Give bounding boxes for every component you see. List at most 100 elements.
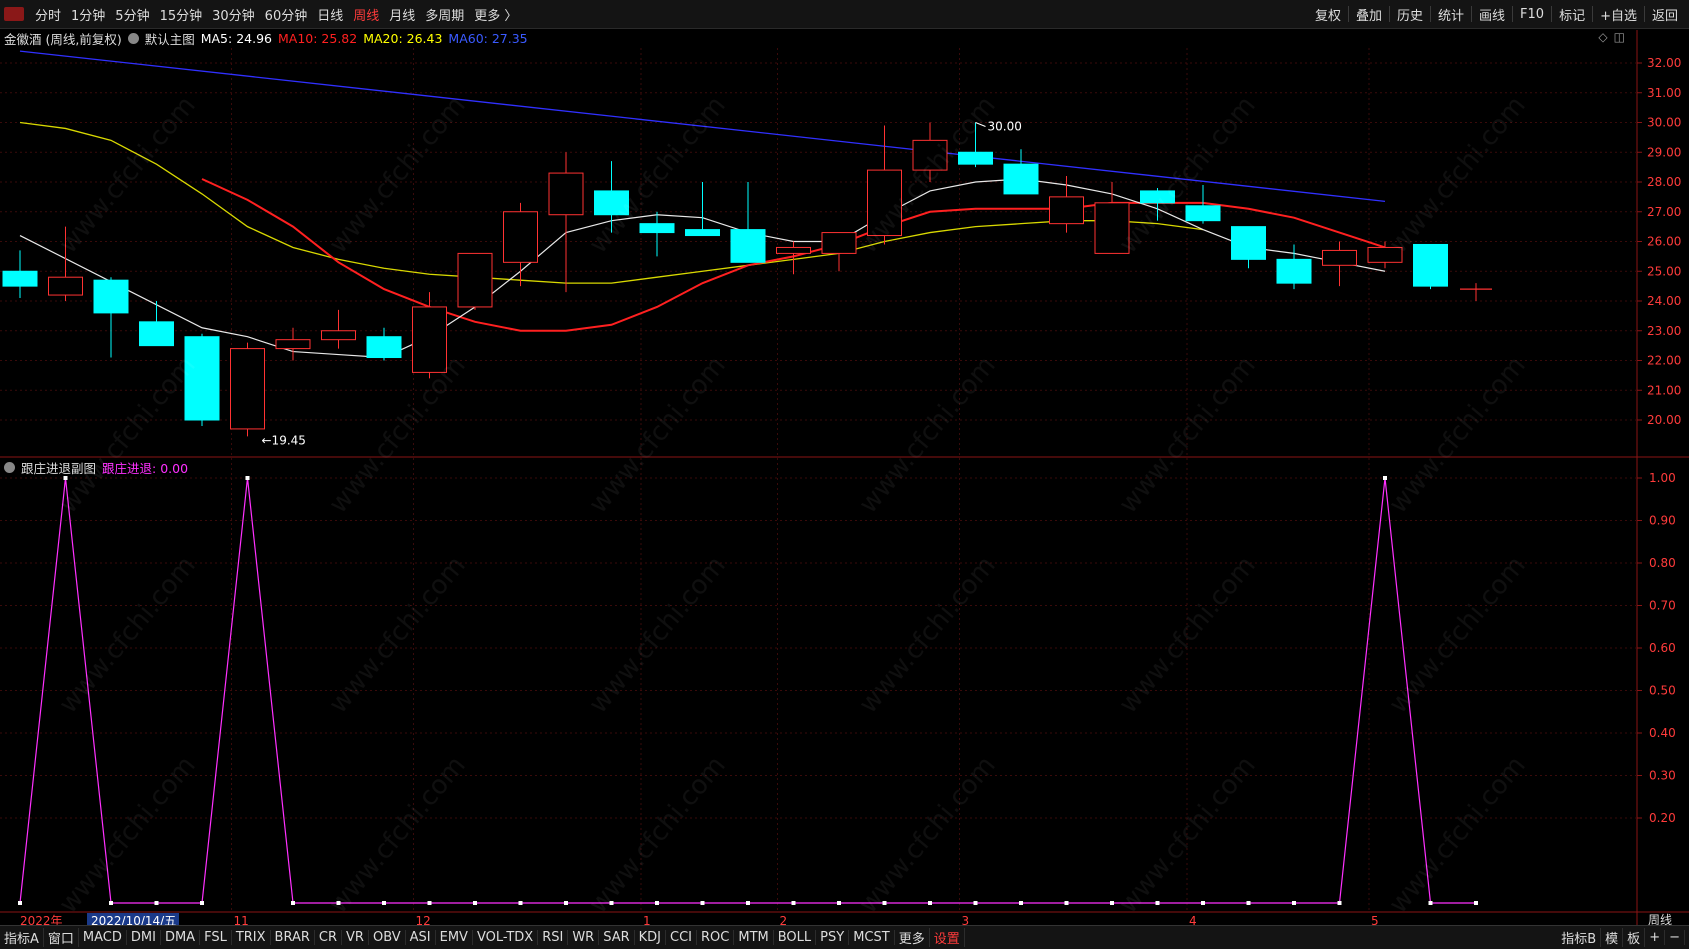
indicator-tab[interactable]: WR — [568, 930, 600, 945]
indicator-point — [655, 901, 659, 905]
candle-body — [412, 306, 447, 373]
indicator-tab[interactable]: ROC — [697, 930, 735, 945]
indicator-tab[interactable]: SAR — [599, 930, 635, 945]
indicator-point — [473, 901, 477, 905]
candle-body — [730, 229, 766, 263]
indicator-point — [791, 901, 796, 905]
candle-body — [685, 229, 720, 237]
candle-body — [548, 172, 584, 216]
indicator-point — [700, 901, 705, 905]
indicator-tab[interactable]: MCST — [849, 930, 895, 945]
indicator-tab[interactable]: 窗口 — [44, 928, 79, 947]
indicator-tab[interactable]: ASI — [406, 930, 436, 945]
indicator-tick-label: 0.80 — [1649, 556, 1676, 570]
period-axis-label: 周线 — [1648, 913, 1672, 925]
indicator-point — [154, 901, 159, 905]
indicator-b-control[interactable]: − — [1665, 930, 1685, 945]
price-tick-label: 31.00 — [1647, 86, 1681, 100]
indicator-b-control[interactable]: 模 — [1601, 928, 1624, 947]
price-tick-label: 24.00 — [1647, 294, 1681, 308]
candle-body — [93, 279, 129, 314]
indicator-tab[interactable]: PSY — [816, 930, 850, 945]
bottom-indicator-bar: 指标A 窗口 MACD DMI DMA FSL TRIX BRAR CR VR OBV ASI EMV V… — [0, 925, 1689, 949]
price-tick-label: 30.00 — [1647, 116, 1681, 130]
candle-body — [1003, 163, 1039, 195]
indicator-point — [291, 901, 295, 905]
indicator-tab[interactable]: DMI — [127, 930, 161, 945]
indicator-b-control[interactable]: + — [1645, 930, 1666, 945]
indicator-tick-label: 0.60 — [1649, 641, 1676, 655]
indicator-tab[interactable]: 指标A — [0, 928, 44, 947]
indicator-point — [609, 901, 614, 905]
indicator-point — [427, 901, 432, 905]
candle-body — [1231, 226, 1266, 260]
candle-body — [1367, 246, 1403, 263]
indicator-point — [1201, 901, 1205, 905]
indicator-b-control[interactable]: 指标B — [1557, 928, 1602, 947]
indicator-point — [746, 901, 750, 905]
indicator-tick-label: 0.40 — [1649, 726, 1676, 740]
indicator-point — [382, 901, 386, 905]
price-tick-label: 28.00 — [1647, 175, 1681, 189]
candle-body — [139, 321, 174, 347]
indicator-tick-label: 0.70 — [1649, 599, 1676, 613]
time-axis-label: 3 — [962, 914, 970, 925]
candle-body — [184, 336, 220, 421]
price-tick-label: 26.00 — [1647, 235, 1681, 249]
chart-canvas[interactable]: 32.0031.0030.0029.0028.0027.0026.0025.00… — [0, 0, 1689, 925]
indicator-tab[interactable]: 设置 — [930, 928, 965, 947]
candle-body — [230, 348, 265, 430]
indicator-point — [1155, 901, 1160, 905]
indicator-point — [837, 901, 841, 905]
candle-body — [48, 276, 83, 296]
indicator-tab[interactable]: OBV — [369, 930, 406, 945]
candle-body — [321, 330, 356, 341]
indicator-tab[interactable]: MACD — [79, 930, 127, 945]
indicator-tick-label: 0.20 — [1649, 811, 1676, 825]
price-tick-label: 32.00 — [1647, 56, 1681, 70]
candle-body — [457, 252, 493, 308]
high-annotation: 30.00 — [988, 120, 1022, 134]
indicator-point — [336, 901, 341, 905]
indicator-tab[interactable]: TRIX — [232, 930, 271, 945]
candle-body — [1413, 243, 1448, 287]
indicator-point — [200, 901, 204, 905]
high-marker — [975, 122, 986, 127]
indicator-tab[interactable]: BRAR — [271, 930, 315, 945]
time-axis-label: 5 — [1371, 914, 1379, 925]
candle-body — [1276, 258, 1312, 284]
price-tick-label: 25.00 — [1647, 264, 1681, 278]
candle-body — [821, 232, 857, 254]
price-tick-label: 23.00 — [1647, 324, 1681, 338]
indicator-point — [882, 901, 887, 905]
indicator-tick-label: 0.90 — [1649, 514, 1676, 528]
candle-body — [958, 151, 993, 165]
indicator-point — [1292, 901, 1296, 905]
time-axis-label: 2022/10/14/五 — [91, 914, 176, 925]
indicator-tab[interactable]: EMV — [436, 930, 473, 945]
candle-body — [867, 169, 902, 237]
indicator-tab[interactable]: MTM — [734, 930, 774, 945]
indicator-point — [1246, 901, 1251, 905]
indicator-tab[interactable]: CCI — [666, 930, 698, 945]
indicator-point — [18, 901, 22, 905]
indicator-tab[interactable]: RSI — [538, 930, 569, 945]
price-tick-label: 29.00 — [1647, 145, 1681, 159]
indicator-tab[interactable]: BOLL — [774, 930, 817, 945]
time-axis-label: 2022年 — [20, 914, 63, 925]
indicator-tick-label: 0.30 — [1649, 769, 1676, 783]
indicator-point — [928, 901, 932, 905]
candle-body — [1185, 205, 1221, 222]
candle-body — [503, 211, 538, 263]
indicator-tab[interactable]: VOL-TDX — [473, 930, 539, 945]
indicator-tab[interactable]: KDJ — [635, 930, 667, 945]
indicator-tab[interactable]: CR — [315, 930, 343, 945]
indicator-tab[interactable]: FSL — [200, 930, 232, 945]
indicator-tab[interactable]: 更多 — [895, 928, 930, 947]
indicator-point — [1428, 901, 1433, 905]
indicator-tab[interactable]: VR — [342, 930, 369, 945]
indicator-tab[interactable]: DMA — [161, 930, 201, 945]
time-axis-label: 1 — [643, 914, 651, 925]
indicator-point — [564, 901, 568, 905]
indicator-b-control[interactable]: 板 — [1623, 928, 1646, 947]
